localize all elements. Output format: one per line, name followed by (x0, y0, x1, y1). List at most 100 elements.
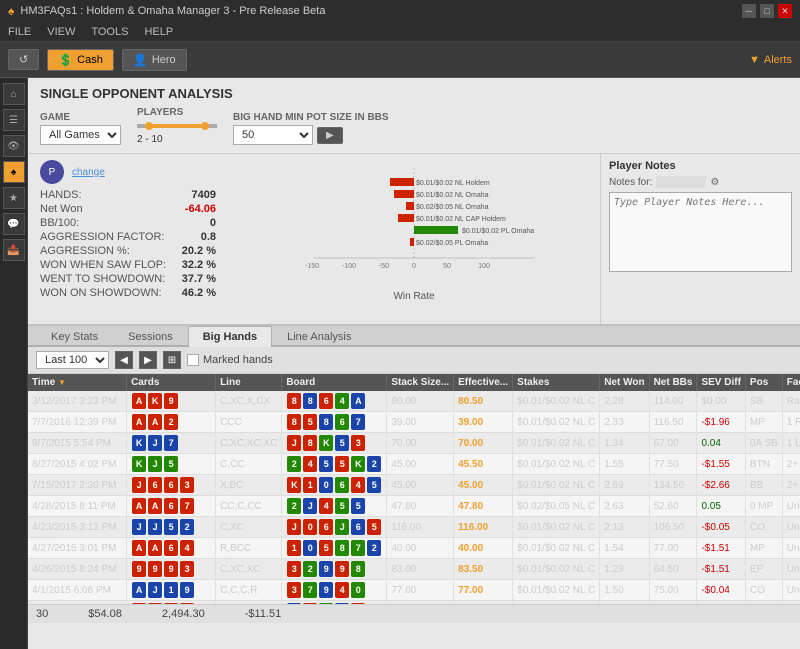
menu-view[interactable]: VIEW (47, 26, 75, 38)
cell-pos: EP (745, 559, 782, 580)
cell-sev-diff: -$1.55 (697, 454, 745, 475)
stat-agg-pct: AGGRESSION %: 20.2 % (40, 244, 216, 258)
sidebar-icon-star[interactable]: ★ (3, 187, 25, 209)
table-row[interactable]: 9/7/2015 5:54 PMKJ7C,XC,XC,XCJ8K5370.007… (28, 433, 800, 454)
cell-board: 37940 (282, 580, 387, 601)
table-scroll[interactable]: Time ▼ Cards Line Board Stack Size... Ef… (28, 374, 800, 604)
col-net-won[interactable]: Net Won (600, 374, 649, 391)
menu-help[interactable]: HELP (144, 26, 173, 38)
cell-board: J06J65 (282, 517, 387, 538)
sidebar-icon-cards[interactable]: ♠ (3, 161, 25, 183)
filter-icon: ▼ (749, 54, 760, 66)
cell-board: J8K53 (282, 433, 387, 454)
went-sd-value: 37.7 % (182, 273, 216, 285)
cell-time: 4/26/2015 8:24 PM (28, 559, 127, 580)
tab-sessions[interactable]: Sessions (113, 326, 188, 347)
table-row[interactable]: 4/27/2015 3:01 PMAA64R,BCC10587240.0040.… (28, 538, 800, 559)
table-row[interactable]: 4/26/2015 8:24 PM9993C,XC,XC3299883.0083… (28, 559, 800, 580)
cell-net-won: 1.29 (600, 559, 649, 580)
players-label: PLAYERS (137, 107, 217, 118)
notes-textarea[interactable] (609, 192, 792, 272)
player-row: P change (40, 160, 216, 184)
game-label: GAME (40, 112, 121, 123)
tab-big-hands[interactable]: Big Hands (188, 326, 272, 347)
table-row[interactable]: 8/27/2015 4:02 PMKJ5C,CC2455K245.0045.50… (28, 454, 800, 475)
sidebar-icon-chat[interactable]: 💬 (3, 213, 25, 235)
sidebar-icon-export[interactable]: 📤 (3, 239, 25, 261)
col-pos[interactable]: Pos (745, 374, 782, 391)
view-button[interactable]: ⊞ (163, 351, 181, 369)
col-net-bbs[interactable]: Net BBs (649, 374, 697, 391)
game-select[interactable]: All Games (40, 125, 121, 145)
agg-factor-value: 0.8 (201, 231, 216, 243)
svg-text:100: 100 (478, 263, 490, 270)
players-range-track[interactable] (137, 124, 217, 128)
footer-sev-diff: -$11.51 (245, 608, 282, 620)
cell-line: CC,C,CC (216, 496, 282, 517)
menu-file[interactable]: FILE (8, 26, 31, 38)
cell-stack: 39.00 (387, 412, 454, 433)
bighand-apply-button[interactable]: ▶ (317, 127, 343, 144)
toolbar: ↺ 💲 Cash 👤 Hero ▼ Alerts (0, 42, 800, 78)
range-thumb-right[interactable] (201, 122, 209, 130)
col-sev-diff[interactable]: SEV Diff (697, 374, 745, 391)
alerts-button[interactable]: ▼ Alerts (749, 54, 792, 66)
prev-button[interactable]: ◀ (115, 351, 133, 369)
hero-button[interactable]: 👤 Hero (122, 49, 187, 71)
cell-net-won: 1.54 (600, 538, 649, 559)
minimize-button[interactable]: ─ (742, 4, 756, 18)
cell-time: 8/27/2015 4:02 PM (28, 454, 127, 475)
bighand-select[interactable]: 50 (233, 125, 313, 145)
cell-effective: 116.00 (454, 517, 513, 538)
table-row[interactable]: 3/12/2017 3:23 PMAK9C,XC,X,CX8864A80.008… (28, 391, 800, 412)
last-hands-select[interactable]: Last 100 (36, 351, 109, 369)
col-stack[interactable]: Stack Size... (387, 374, 454, 391)
cell-line: C,XC (216, 517, 282, 538)
sidebar-icon-eye[interactable]: 👁 (3, 135, 25, 157)
bighand-controls: 50 ▶ (233, 125, 389, 145)
tab-key-stats[interactable]: Key Stats (36, 326, 113, 347)
cell-net-bbs: 75.00 (649, 580, 697, 601)
col-line[interactable]: Line (216, 374, 282, 391)
menu-tools[interactable]: TOOLS (91, 26, 128, 38)
table-row[interactable]: 7/15/2017 2:30 PMJ663X,BCK1064545.0045.0… (28, 475, 800, 496)
cell-net-bbs: 114.00 (649, 391, 697, 412)
menubar: FILE VIEW TOOLS HELP (0, 22, 800, 42)
cell-net-won: 2.33 (600, 412, 649, 433)
net-won-value: -64.06 (185, 203, 216, 215)
table-row[interactable]: 7/7/2016 12:39 PMAA2CCC8586739.0039.00$0… (28, 412, 800, 433)
svg-text:-50: -50 (379, 263, 389, 270)
marked-hands-checkbox[interactable] (187, 354, 199, 366)
svg-text:$0.01/$0.02 PL Omaha: $0.01/$0.02 PL Omaha (462, 228, 534, 235)
table-row[interactable]: 4/28/2015 8:11 PMAA67CC,C,CC2J45547.8047… (28, 496, 800, 517)
cell-net-won: 2.28 (600, 391, 649, 412)
close-button[interactable]: ✕ (778, 4, 792, 18)
range-thumb-left[interactable] (145, 122, 153, 130)
tab-line-analysis[interactable]: Line Analysis (272, 326, 366, 347)
cell-time: 7/15/2017 2:30 PM (28, 475, 127, 496)
col-board[interactable]: Board (282, 374, 387, 391)
col-time[interactable]: Time ▼ (28, 374, 127, 391)
refresh-button[interactable]: ↺ (8, 49, 39, 70)
play-button[interactable]: ▶ (139, 351, 157, 369)
table-row[interactable]: 4/23/2015 3:12 PMJJ52C,XCJ06J65116.00116… (28, 517, 800, 538)
maximize-button[interactable]: □ (760, 4, 774, 18)
sidebar-icon-list[interactable]: ☰ (3, 109, 25, 131)
cash-button[interactable]: 💲 Cash (47, 49, 114, 71)
table-row[interactable]: 4/1/2015 6:08 PMAJ19C,C,C,R3794077.0077.… (28, 580, 800, 601)
cell-facing: 2+ Limper (782, 454, 800, 475)
cell-effective: 80.50 (454, 391, 513, 412)
notes-for: Notes for: ⚙ (609, 176, 792, 188)
titlebar-controls[interactable]: ─ □ ✕ (742, 4, 792, 18)
notes-settings-icon[interactable]: ⚙ (710, 177, 719, 188)
col-cards[interactable]: Cards (127, 374, 216, 391)
col-effective[interactable]: Effective... (454, 374, 513, 391)
svg-text:-100: -100 (342, 263, 356, 270)
col-facing[interactable]: Facing (782, 374, 800, 391)
col-stakes[interactable]: Stakes (513, 374, 600, 391)
table-toolbar: Last 100 ◀ ▶ ⊞ Marked hands (28, 347, 800, 374)
change-link[interactable]: change (72, 167, 105, 178)
sidebar-icon-home[interactable]: ⌂ (3, 83, 25, 105)
cash-label: Cash (77, 54, 103, 66)
cell-net-bbs: 67.00 (649, 433, 697, 454)
